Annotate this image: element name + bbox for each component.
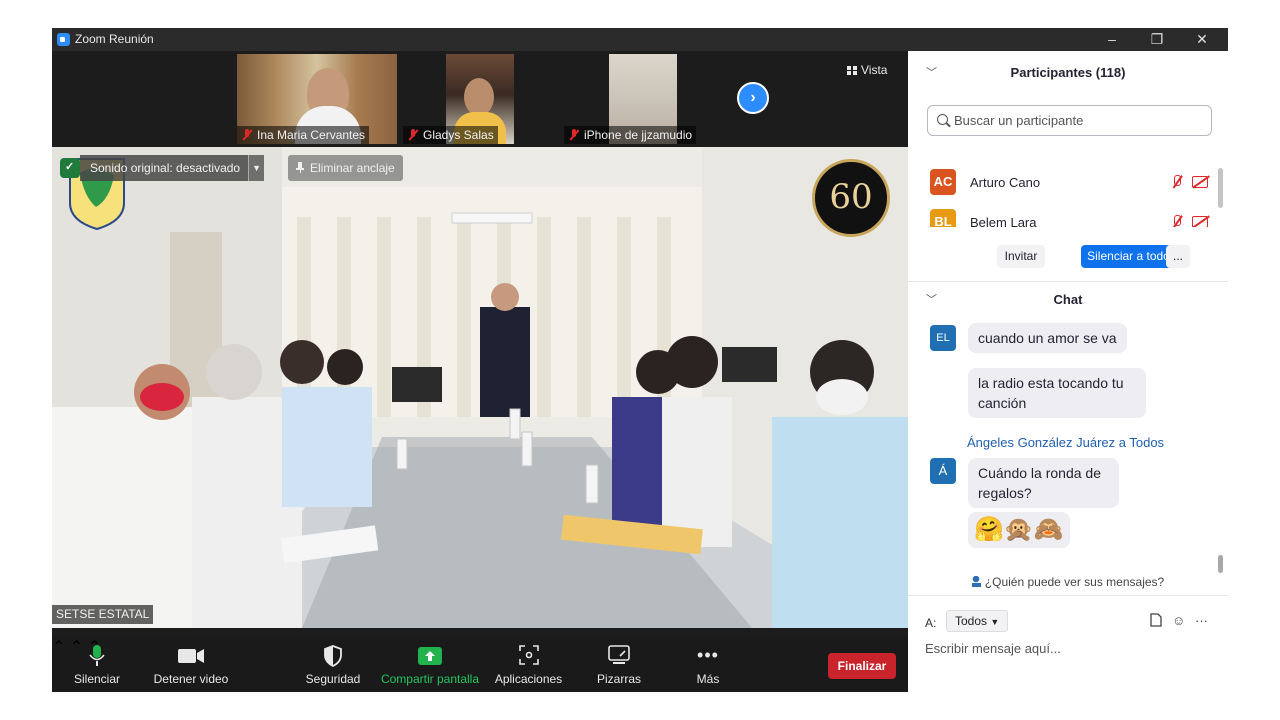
- thumbnail-name: Ina Maria Cervantes: [237, 126, 370, 144]
- meeting-room-scene: [52, 147, 908, 628]
- more-button[interactable]: ••• Más: [682, 637, 734, 692]
- share-screen-button[interactable]: Compartir pantalla: [378, 637, 482, 692]
- invite-button[interactable]: Invitar: [997, 245, 1045, 268]
- collapse-chevron-icon[interactable]: ﹀: [926, 53, 937, 93]
- chevron-down-icon[interactable]: ▼: [248, 155, 265, 181]
- participants-scrollbar[interactable]: [1218, 168, 1223, 208]
- view-button[interactable]: Vista: [847, 63, 887, 77]
- stop-video-button[interactable]: Detener video: [150, 637, 232, 692]
- avatar: AC: [930, 169, 956, 195]
- apps-button[interactable]: Aplicaciones: [492, 637, 565, 692]
- muted-mic-icon: [1170, 175, 1184, 189]
- muted-mic-icon: [568, 129, 580, 141]
- person-lock-icon: [971, 576, 981, 587]
- muted-mic-icon: [407, 129, 419, 141]
- unpin-button[interactable]: Eliminar anclaje: [288, 155, 403, 181]
- chat-messages: EL cuando un amor se va la radio esta to…: [908, 321, 1218, 571]
- speaker-name-label: SETSE ESTATAL: [52, 605, 154, 624]
- audio-options-chevron-icon[interactable]: ⌃: [52, 639, 65, 656]
- chat-message[interactable]: la radio esta tocando tu canción: [968, 368, 1146, 418]
- maximize-button[interactable]: ❐: [1137, 29, 1177, 49]
- participant-row[interactable]: BL Belem Lara: [930, 209, 1210, 227]
- microphone-icon: [89, 645, 105, 666]
- pin-icon: [296, 162, 304, 173]
- whiteboard-icon: [608, 645, 630, 664]
- recipient-label: A:: [925, 616, 937, 630]
- participant-face: [464, 78, 494, 116]
- chat-message[interactable]: Cuándo la ronda de regalos?: [968, 458, 1119, 508]
- collapse-chevron-icon[interactable]: ﹀: [926, 280, 937, 320]
- window-title: Zoom Reunión: [75, 32, 154, 46]
- video-area: Ina Maria Cervantes Gladys Salas iPhone …: [52, 51, 908, 637]
- avatar: BL: [930, 209, 956, 227]
- chat-header[interactable]: ﹀ Chat: [908, 280, 1228, 320]
- end-meeting-button[interactable]: Finalizar: [828, 653, 896, 679]
- title-bar: Zoom Reunión – ❐ ✕: [52, 28, 1228, 51]
- chat-message-input[interactable]: Escribir mensaje aquí...: [925, 641, 1061, 656]
- video-off-icon: [1192, 176, 1208, 188]
- thumbnail-name: Gladys Salas: [403, 126, 498, 144]
- muted-mic-icon: [241, 129, 253, 141]
- chat-message[interactable]: cuando un amor se va: [968, 323, 1127, 353]
- zoom-app-icon: [57, 33, 70, 46]
- share-screen-icon: [418, 647, 442, 665]
- minimize-button[interactable]: –: [1092, 29, 1132, 49]
- avatar: EL: [930, 325, 956, 351]
- panel-divider: [908, 595, 1228, 596]
- video-off-icon: [1192, 216, 1208, 227]
- anniversary-number: 60: [829, 177, 873, 217]
- more-dots-icon[interactable]: ···: [1195, 613, 1208, 628]
- participant-row[interactable]: AC Arturo Cano: [930, 169, 1210, 197]
- chevron-down-icon: ▼: [990, 617, 1000, 627]
- chat-scrollbar[interactable]: [1218, 555, 1223, 573]
- video-camera-icon: [178, 649, 204, 663]
- who-can-see-link[interactable]: ¿Quién puede ver sus mensajes?: [908, 575, 1228, 589]
- shield-icon: [324, 645, 342, 667]
- recipient-select[interactable]: Todos ▼: [946, 610, 1009, 632]
- avatar: Á: [930, 458, 956, 484]
- participant-list: AC Arturo Cano BL Belem Lara: [908, 145, 1228, 227]
- original-sound-control[interactable]: Sonido original: desactivado ▼: [60, 155, 265, 181]
- muted-mic-icon: [1170, 215, 1184, 227]
- security-button[interactable]: Seguridad: [302, 637, 364, 692]
- emoji-icon[interactable]: ☺: [1172, 613, 1185, 628]
- main-video[interactable]: 60 Sonido original: desactivado ▼ Elimin…: [52, 147, 908, 628]
- video-thumbnail[interactable]: Ina Maria Cervantes: [237, 54, 397, 144]
- apps-icon: [518, 645, 539, 665]
- close-button[interactable]: ✕: [1182, 29, 1222, 49]
- anniversary-60-logo: 60: [812, 159, 890, 237]
- participants-header[interactable]: ﹀ Participantes (118): [908, 53, 1228, 93]
- whiteboards-button[interactable]: Pizarras: [588, 637, 650, 692]
- original-sound-label[interactable]: Sonido original: desactivado: [80, 155, 249, 181]
- participants-more-button[interactable]: ...: [1166, 245, 1190, 268]
- zoom-window: Zoom Reunión – ❐ ✕ Ina Maria Cervantes G…: [52, 28, 1228, 692]
- mute-button[interactable]: Silenciar: [68, 637, 126, 692]
- participant-search-input[interactable]: Buscar un participante: [927, 105, 1212, 136]
- meeting-toolbar: Silenciar ⌃ Detener video ⌃ Seguridad Co…: [52, 637, 908, 692]
- more-dots-icon: •••: [697, 645, 719, 665]
- thumbnail-label: Gladys Salas: [403, 126, 515, 144]
- thumbnail-label: iPhone de jjzamudio: [564, 126, 709, 144]
- next-page-button[interactable]: ›: [737, 82, 769, 114]
- grid-icon: [847, 66, 857, 75]
- thumbnail-strip: Ina Maria Cervantes Gladys Salas iPhone …: [52, 51, 908, 147]
- search-icon: [937, 114, 948, 125]
- file-icon[interactable]: [1150, 613, 1162, 630]
- shield-check-icon: [60, 158, 80, 178]
- chat-emoji-message[interactable]: 🤗🙊🙈: [968, 512, 1070, 548]
- sidebar-panel: ﹀ Participantes (118) Buscar un particip…: [908, 51, 1228, 692]
- chat-sender: Ángeles González Juárez a Todos: [967, 435, 1165, 450]
- thumbnail-name: iPhone de jjzamudio: [564, 126, 697, 144]
